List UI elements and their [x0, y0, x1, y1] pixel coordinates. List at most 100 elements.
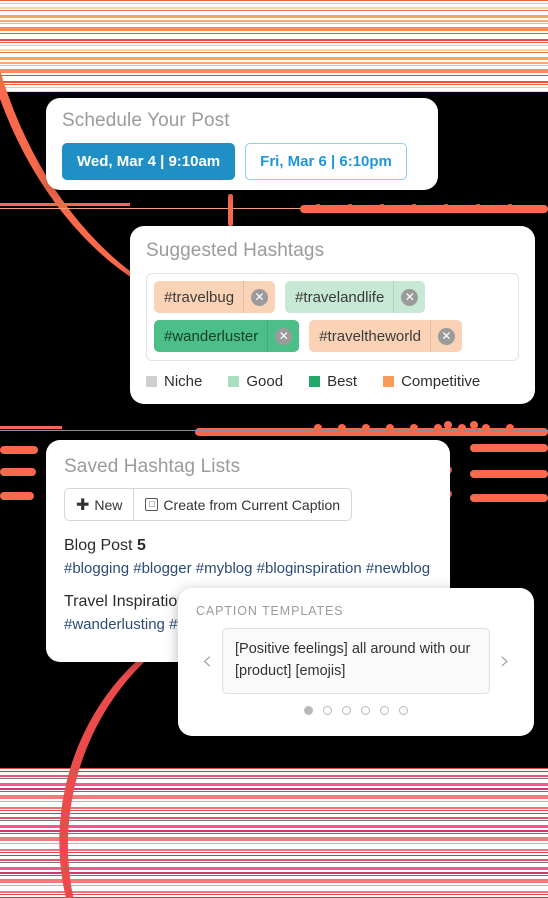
decor-stripe [0, 795, 548, 799]
decor-stripe [0, 891, 548, 893]
chevron-right-icon[interactable]: › [494, 648, 516, 674]
hashtag-chip-label: #travelbug [164, 288, 235, 306]
close-circle-icon[interactable]: ✕ [393, 281, 425, 313]
saved-list-tags: #blogging #blogger #myblog #bloginspirat… [64, 560, 431, 577]
decor-stripe [0, 859, 548, 861]
saved-lists-card-title: Saved Hashtag Lists [64, 456, 241, 477]
hashtag-chip[interactable]: #travelandlife ✕ [285, 281, 426, 313]
saved-list-item[interactable]: Blog Post 5 #blogging #blogger #myblog #b… [64, 537, 432, 577]
decor-dot-r4 [470, 421, 478, 429]
new-list-button[interactable]: ✚ New [65, 489, 133, 520]
decor-stripe [0, 855, 548, 856]
decor-stripe [0, 843, 548, 844]
legend-swatch [309, 376, 321, 387]
pagination-dot[interactable] [342, 705, 351, 715]
schedule-card-title: Schedule Your Post [62, 110, 230, 131]
legend-label: Competitive [401, 373, 481, 390]
pagination-dot[interactable] [399, 705, 408, 715]
copy-icon: □ [145, 498, 159, 511]
decor-stripe [0, 10, 548, 11]
hashtag-chip[interactable]: #travelbug ✕ [154, 281, 276, 313]
decor-dot [410, 204, 418, 212]
close-circle-icon[interactable]: ✕ [429, 320, 462, 352]
stripe-group-top [0, 0, 548, 92]
decor-bar-right-1 [470, 444, 548, 452]
decor-stripe [0, 810, 548, 811]
decor-stripe [0, 830, 548, 832]
caption-carousel: ‹ [Positive feelings] all around with ou… [196, 628, 516, 694]
decor-stripe [0, 65, 548, 66]
hashtag-chip[interactable]: #wanderluster ✕ [154, 320, 300, 352]
decor-rule-5 [0, 430, 548, 431]
decor-stripe [0, 15, 548, 18]
caption-pagination [196, 705, 516, 715]
decor-bar-left-2 [0, 468, 36, 476]
background-stripes-bottom [0, 768, 548, 898]
decor-stripe [0, 75, 548, 76]
decor-dot [506, 204, 514, 212]
hashtag-chip[interactable]: #traveltheworld ✕ [309, 320, 462, 352]
decor-stripe [0, 778, 548, 779]
decor-stripe [0, 23, 548, 24]
decor-stripe [0, 879, 548, 883]
pagination-dot[interactable] [361, 705, 370, 715]
decor-stripe [0, 768, 548, 769]
decor-stripe [0, 788, 548, 790]
close-circle-icon[interactable]: ✕ [267, 320, 299, 352]
decor-stripe [0, 42, 548, 43]
decor-stripe [0, 813, 548, 814]
decor-stripe [0, 87, 548, 88]
saved-list-count: 5 [136, 537, 146, 554]
decor-bar-right-2 [470, 470, 548, 478]
decor-stripe [0, 885, 548, 886]
caption-template-text[interactable]: [Positive feelings] all around with our … [222, 628, 490, 694]
decor-dot [362, 424, 370, 432]
decor-dot [434, 424, 442, 432]
saved-lists-toolbar: ✚ New □ Create from Current Caption [64, 488, 353, 521]
hashtag-chip-label: #travelandlife [295, 288, 385, 306]
decor-stripe [0, 20, 548, 22]
pagination-dot[interactable] [380, 705, 389, 715]
decor-stripe [0, 825, 548, 828]
decor-stripe [0, 791, 548, 792]
decor-stripe [0, 57, 548, 60]
pagination-dot[interactable] [323, 705, 332, 715]
legend-item: Best [309, 373, 357, 390]
decor-stripe [0, 894, 548, 895]
decor-dot [346, 204, 354, 212]
stripe-group-bottom [0, 768, 548, 898]
decor-stripe [0, 775, 548, 777]
chevron-left-icon[interactable]: ‹ [196, 648, 218, 674]
decor-stripe [0, 867, 548, 870]
decor-dot [506, 424, 514, 432]
background-stripes-top [0, 0, 548, 92]
decor-stripe [0, 62, 548, 64]
schedule-slot-alternate[interactable]: Fri, Mar 6 | 6:10pm [245, 143, 407, 180]
decor-stripe [0, 783, 548, 786]
legend-label: Good [246, 373, 284, 390]
new-list-button-label: New [94, 496, 123, 513]
decor-dot [338, 424, 346, 432]
legend-item: Good [228, 373, 283, 390]
close-circle-icon[interactable]: ✕ [243, 281, 275, 313]
legend-swatch [146, 376, 157, 387]
decor-stripe [0, 33, 548, 34]
decor-stripe [0, 27, 548, 31]
decor-dot-r3 [444, 421, 452, 429]
schedule-slot-selected[interactable]: Wed, Mar 4 | 9:10am [62, 143, 236, 180]
decor-stripe [0, 817, 548, 819]
decor-stripe [0, 852, 548, 853]
decor-stripe [0, 837, 548, 841]
screenshot-canvas: Schedule Your Post Wed, Mar 4 | 9:10am F… [0, 0, 548, 898]
decor-dot [410, 424, 418, 432]
decor-stripe [0, 0, 548, 1]
pagination-dot[interactable] [304, 705, 313, 715]
legend-label: Best [327, 373, 358, 390]
suggested-hashtags-card: Suggested Hashtags #travelbug ✕ #traveland… [130, 226, 535, 404]
decor-stripe [0, 3, 548, 4]
decor-dot [474, 204, 482, 212]
decor-stripe [0, 872, 548, 874]
decor-stripe [0, 833, 548, 834]
create-from-caption-button[interactable]: □ Create from Current Caption [133, 489, 351, 520]
decor-stripe [0, 807, 548, 809]
